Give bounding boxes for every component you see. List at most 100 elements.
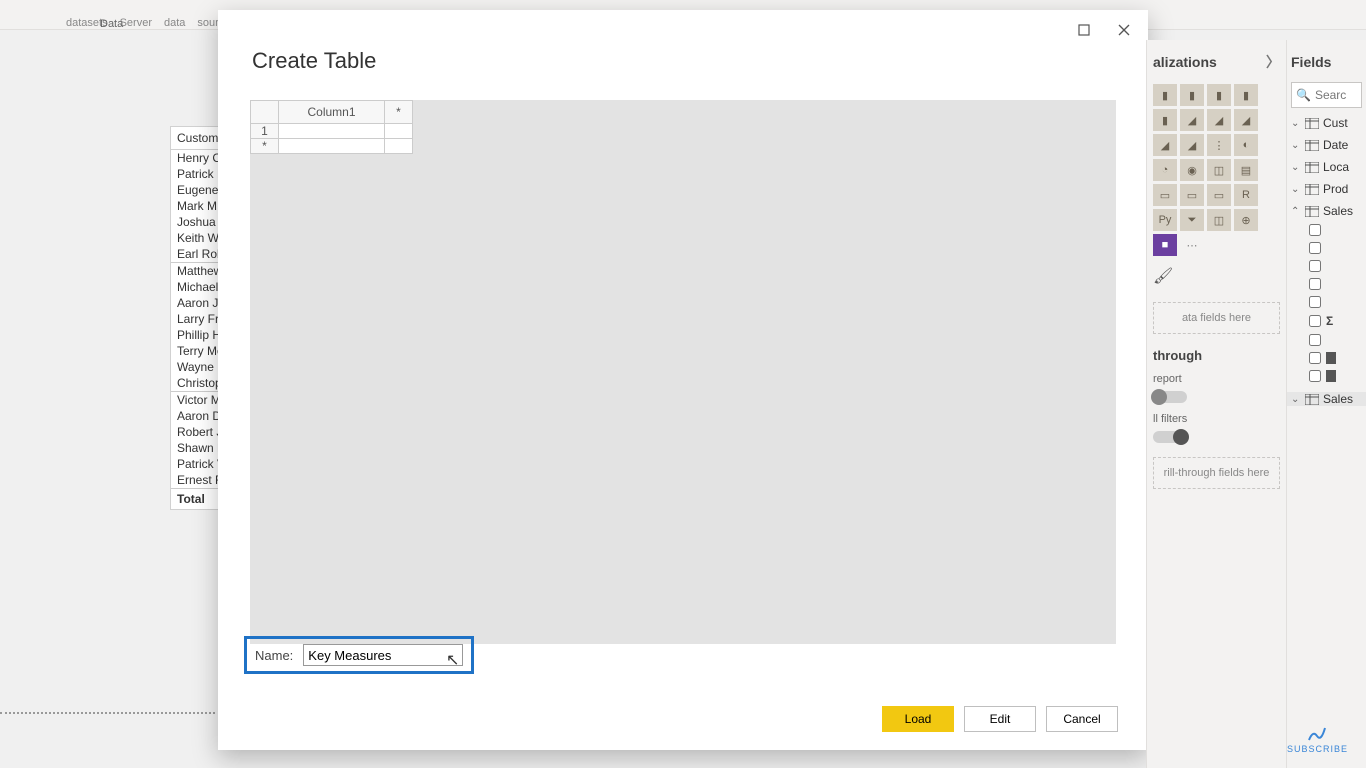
field-item[interactable] — [1291, 296, 1362, 308]
field-item[interactable] — [1291, 278, 1362, 290]
dialog-titlebar — [218, 10, 1148, 50]
cross-report-toggle[interactable] — [1153, 391, 1187, 403]
chevron-down-icon: ⌄ — [1291, 394, 1301, 405]
field-item[interactable] — [1291, 224, 1362, 236]
viz-more-icon[interactable]: ⋯ — [1180, 234, 1204, 256]
data-grid[interactable]: Column1 * 1 * — [250, 100, 413, 154]
values-fieldwell[interactable]: ata fields here — [1153, 302, 1280, 334]
fields-title: Fields — [1291, 48, 1362, 76]
fields-search[interactable]: 🔍 Searc — [1291, 82, 1362, 108]
table-product[interactable]: ⌄ Prod — [1291, 182, 1362, 196]
cell-1-1[interactable] — [279, 124, 385, 139]
visualizations-title: alizations 〉 — [1153, 48, 1280, 76]
viz-card-icon[interactable]: ▭ — [1180, 184, 1204, 206]
viz-pie-icon[interactable]: ◐ — [1234, 134, 1258, 156]
viz-stacked-bar-icon[interactable]: ▮ — [1153, 84, 1177, 106]
fields-pane: Fields 🔍 Searc ⌄ Cust ⌄ Date ⌄ Loca ⌄ Pr… — [1286, 40, 1366, 768]
viz-powerapps-icon[interactable]: ■ — [1153, 234, 1177, 256]
table-icon — [1305, 118, 1319, 129]
viz-decomp-icon[interactable]: ⏷ — [1180, 209, 1204, 231]
calculator-icon — [1326, 370, 1336, 382]
close-button[interactable] — [1104, 14, 1144, 46]
viz-waterfall-icon[interactable]: ◢ — [1180, 134, 1204, 156]
viz-area-icon[interactable]: ◢ — [1180, 109, 1204, 131]
chevron-down-icon: ⌄ — [1291, 140, 1301, 151]
viz-ribbon-icon[interactable]: ◢ — [1153, 134, 1177, 156]
field-checkbox[interactable] — [1309, 370, 1321, 382]
load-button[interactable]: Load — [882, 706, 954, 732]
chevron-up-icon: ⌃ — [1291, 206, 1301, 217]
viz-donut-icon[interactable]: ◔ — [1153, 159, 1177, 181]
name-label: Name: — [255, 648, 293, 663]
visual-gallery: ▮ ▮ ▮ ▮ ▮ ◢ ◢ ◢ ◢ ◢ ⋮ ◐ ◔ ◉ ◫ ▤ ▭ ▭ ▭ R … — [1153, 84, 1280, 256]
field-checkbox[interactable] — [1309, 224, 1321, 236]
format-brush-icon[interactable]: 🖌 — [1153, 266, 1280, 286]
field-measure[interactable]: Σ — [1291, 314, 1362, 328]
add-column[interactable]: * — [385, 101, 413, 124]
chevron-down-icon: ⌄ — [1291, 184, 1301, 195]
add-row[interactable]: * — [251, 139, 279, 154]
subscribe-watermark: SUBSCRIBE — [1287, 724, 1348, 754]
cell-1-new[interactable] — [385, 124, 413, 139]
field-item[interactable] — [1291, 242, 1362, 254]
field-item[interactable] — [1291, 260, 1362, 272]
viz-r-icon[interactable]: R — [1234, 184, 1258, 206]
chevron-right-icon[interactable]: 〉 — [1266, 52, 1280, 72]
viz-python-icon[interactable]: Py — [1153, 209, 1177, 231]
cell-new-1[interactable] — [279, 139, 385, 154]
chevron-down-icon: ⌄ — [1291, 162, 1301, 173]
table-icon — [1305, 184, 1319, 195]
viz-funnel-icon[interactable]: ▤ — [1234, 159, 1258, 181]
search-placeholder: Searc — [1315, 88, 1346, 102]
field-checkbox[interactable] — [1309, 242, 1321, 254]
field-calc[interactable] — [1291, 352, 1362, 364]
viz-stacked-column-icon[interactable]: ▮ — [1180, 84, 1204, 106]
field-checkbox[interactable] — [1309, 352, 1321, 364]
field-calc[interactable] — [1291, 370, 1362, 382]
table-icon — [1305, 206, 1319, 217]
cancel-button[interactable]: Cancel — [1046, 706, 1118, 732]
maximize-button[interactable] — [1064, 14, 1104, 46]
drillthrough-fieldwell[interactable]: rill-through fields here — [1153, 457, 1280, 489]
viz-line-icon[interactable]: ◢ — [1234, 109, 1258, 131]
field-checkbox[interactable] — [1309, 260, 1321, 272]
table-icon — [1305, 140, 1319, 151]
table-name-container: Name: — [244, 636, 474, 674]
field-checkbox[interactable] — [1309, 296, 1321, 308]
table-customer[interactable]: ⌄ Cust — [1291, 116, 1362, 130]
viz-map-icon[interactable]: ◫ — [1207, 159, 1231, 181]
field-item[interactable] — [1291, 334, 1362, 346]
ribbon-group-data: Data — [100, 18, 123, 30]
chevron-down-icon: ⌄ — [1291, 118, 1301, 129]
table-sales[interactable]: ⌃ Sales — [1291, 204, 1362, 218]
viz-kpi-icon[interactable]: ▭ — [1207, 184, 1231, 206]
page-divider — [0, 712, 215, 714]
table-location[interactable]: ⌄ Loca — [1291, 160, 1362, 174]
sigma-icon: Σ — [1326, 314, 1333, 328]
table-sales-2[interactable]: ⌄ Sales — [1287, 392, 1366, 406]
column-header-1[interactable]: Column1 — [279, 101, 385, 124]
viz-scatter-icon[interactable]: ⋮ — [1207, 134, 1231, 156]
keep-filters-toggle[interactable] — [1153, 431, 1187, 443]
viz-clustered-column-icon[interactable]: ▮ — [1234, 84, 1258, 106]
viz-gauge-icon[interactable]: ▭ — [1153, 184, 1177, 206]
field-checkbox[interactable] — [1309, 278, 1321, 290]
viz-stacked-area-icon[interactable]: ◢ — [1207, 109, 1231, 131]
viz-qa-icon[interactable]: ◫ — [1207, 209, 1231, 231]
field-checkbox[interactable] — [1309, 315, 1321, 327]
viz-100-bar-icon[interactable]: ▮ — [1153, 109, 1177, 131]
corner-cell — [251, 101, 279, 124]
cross-report-label: report — [1153, 373, 1280, 385]
table-icon — [1305, 394, 1319, 405]
row-header-1[interactable]: 1 — [251, 124, 279, 139]
viz-treemap-icon[interactable]: ◉ — [1180, 159, 1204, 181]
table-name-input[interactable] — [303, 644, 463, 666]
enter-data-grid[interactable]: Column1 * 1 * — [250, 100, 1116, 644]
viz-clustered-bar-icon[interactable]: ▮ — [1207, 84, 1231, 106]
dialog-title: Create Table — [252, 48, 376, 74]
table-date[interactable]: ⌄ Date — [1291, 138, 1362, 152]
edit-button[interactable]: Edit — [964, 706, 1036, 732]
cell-new-new[interactable] — [385, 139, 413, 154]
viz-globe-icon[interactable]: ⊕ — [1234, 209, 1258, 231]
field-checkbox[interactable] — [1309, 334, 1321, 346]
